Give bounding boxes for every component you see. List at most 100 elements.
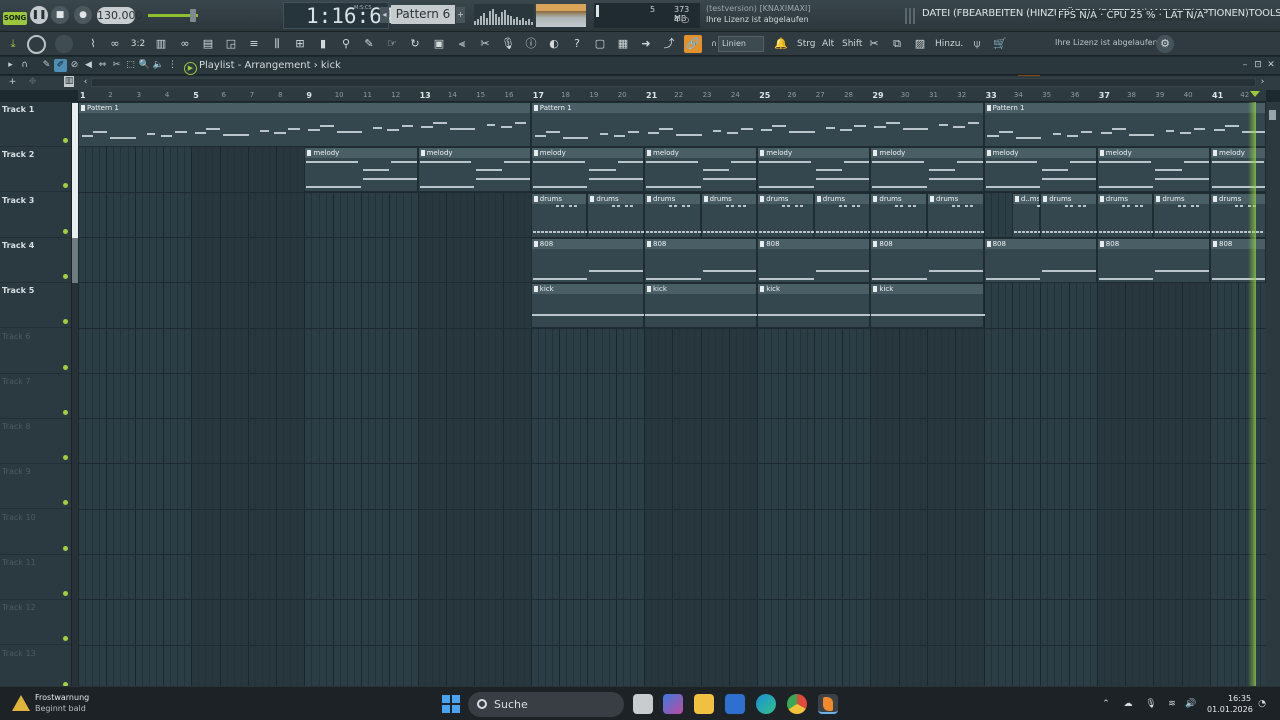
playlist-clip[interactable]: kick bbox=[870, 283, 985, 329]
window-icon[interactable]: ▢ bbox=[591, 35, 609, 53]
playlist-clip[interactable]: drums bbox=[1040, 192, 1098, 238]
playlist-clip[interactable]: kick bbox=[757, 283, 872, 329]
close-icon[interactable]: ✕ bbox=[1266, 60, 1276, 70]
tray-chevron-icon[interactable]: ⌃ bbox=[1100, 698, 1112, 710]
alt-key-button[interactable]: Alt bbox=[820, 37, 836, 52]
track-header[interactable]: Track 11 bbox=[0, 555, 71, 600]
track-header[interactable]: Track 12 bbox=[0, 600, 71, 646]
playlist-clip[interactable]: melody bbox=[870, 147, 984, 193]
add-button[interactable]: Hinzu. bbox=[933, 37, 965, 52]
song-time-display[interactable]: 1:16:64 bbox=[283, 2, 395, 29]
playlist-clip[interactable]: drums bbox=[1210, 192, 1266, 238]
document-icon[interactable]: ▮ bbox=[314, 35, 332, 53]
loop-record-icon[interactable]: ∞ bbox=[106, 35, 124, 53]
brush-icon[interactable]: ✎ bbox=[360, 35, 378, 53]
playlist-clip[interactable]: 808 bbox=[983, 237, 1097, 283]
info-icon[interactable]: ⓘ bbox=[522, 35, 540, 53]
help-icon[interactable]: ? bbox=[568, 35, 586, 53]
stop-icon[interactable]: ■ bbox=[51, 6, 69, 24]
task-view-icon[interactable] bbox=[633, 694, 653, 714]
track-header[interactable]: Track 13 bbox=[0, 646, 71, 686]
playlist-clip[interactable]: melody bbox=[1096, 147, 1210, 193]
playlist-clip[interactable]: 808 bbox=[757, 237, 871, 283]
master-volume-knob[interactable] bbox=[190, 9, 196, 22]
track-header[interactable]: Track 2 bbox=[0, 147, 71, 193]
copilot-icon[interactable] bbox=[663, 694, 683, 714]
maximize-icon[interactable]: ⊡ bbox=[1253, 60, 1263, 70]
pattern-add-button[interactable]: + bbox=[456, 7, 465, 23]
menu-more-icon[interactable]: ⋮ bbox=[166, 59, 179, 72]
track-header[interactable]: Track 6 bbox=[0, 329, 71, 374]
hint-bar-grip[interactable] bbox=[905, 8, 915, 24]
pattern-selector[interactable]: Pattern 6 bbox=[391, 5, 455, 24]
arrow-right-icon[interactable]: ➜ bbox=[637, 35, 655, 53]
tempo-display[interactable]: 130.000 bbox=[97, 7, 143, 24]
mixer-icon[interactable]: ⫼ bbox=[268, 35, 286, 53]
playlist-clip[interactable]: drums bbox=[757, 192, 815, 238]
mute-tool-icon[interactable]: ◀ bbox=[82, 59, 95, 72]
warning-icon[interactable] bbox=[12, 695, 30, 711]
shift-key-button[interactable]: Shift bbox=[840, 37, 864, 52]
magnet-snap-icon[interactable]: ∩ bbox=[18, 59, 31, 72]
playlist-clip[interactable]: melody bbox=[1210, 147, 1266, 193]
track-mute-led-icon[interactable] bbox=[63, 545, 68, 551]
playlist-clip[interactable]: kick bbox=[530, 283, 645, 329]
track-mute-led-icon[interactable] bbox=[63, 138, 68, 143]
playback-tool-icon[interactable]: 🔈 bbox=[152, 59, 165, 72]
add-track-icon[interactable]: + bbox=[6, 76, 19, 89]
tree-icon[interactable]: ⊞ bbox=[291, 35, 309, 53]
playlist-clip[interactable]: drums bbox=[1153, 192, 1211, 238]
save-icon[interactable]: ▣ bbox=[430, 35, 448, 53]
windows-start-icon[interactable] bbox=[442, 695, 460, 713]
store-icon[interactable] bbox=[725, 694, 745, 714]
slice-tool-icon[interactable]: ✂ bbox=[110, 59, 123, 72]
chat-icon[interactable]: ◐ bbox=[545, 35, 563, 53]
delete-tool-icon[interactable]: ⊘ bbox=[68, 59, 81, 72]
track-header[interactable]: Track 10 bbox=[0, 510, 71, 555]
file-explorer-icon[interactable] bbox=[694, 694, 714, 714]
step-count-icon[interactable]: 3:2 bbox=[129, 35, 147, 53]
select-tool-icon[interactable]: ⬚ bbox=[124, 59, 137, 72]
cloud-icon[interactable]: ☁ bbox=[1122, 698, 1134, 710]
playlist-clip[interactable]: drums bbox=[587, 192, 645, 238]
taskbar-search[interactable]: Suche bbox=[468, 692, 624, 717]
playlist-clip[interactable]: drums bbox=[1096, 192, 1154, 238]
ctrl-key-button[interactable]: Strg bbox=[795, 37, 818, 52]
track-mute-led-icon[interactable] bbox=[63, 455, 68, 461]
minimize-icon[interactable]: – bbox=[1240, 60, 1250, 70]
album-icon[interactable]: ▤ bbox=[199, 35, 217, 53]
blend-notes-icon[interactable]: ▥ bbox=[152, 35, 170, 53]
master-pitch-knob[interactable] bbox=[27, 35, 46, 54]
song-mode-toggle[interactable]: SONG bbox=[3, 12, 27, 25]
playhead[interactable] bbox=[1248, 102, 1256, 686]
paint-tool-icon[interactable]: ✐ bbox=[54, 59, 67, 72]
playlist-clip[interactable]: Pattern 1 bbox=[530, 102, 984, 147]
playlist-clip[interactable]: 808 bbox=[530, 237, 644, 283]
copy-icon[interactable]: ⧉ bbox=[888, 35, 906, 53]
pencil-tool-icon[interactable]: ✎ bbox=[40, 59, 53, 72]
track-mute-led-icon[interactable] bbox=[63, 636, 68, 642]
pause-icon[interactable]: ❚❚ bbox=[30, 6, 48, 24]
track-mute-led-icon[interactable] bbox=[63, 500, 68, 506]
picker-icon[interactable]: ▥ bbox=[64, 76, 74, 87]
playlist-menu-arrow-icon[interactable]: ▸ bbox=[4, 59, 17, 72]
playlist-grid[interactable]: Pattern 1 Pattern 1 Pattern 1 melody melody m… bbox=[78, 102, 1266, 686]
playlist-clip[interactable]: 808 bbox=[870, 237, 984, 283]
metronome-knob[interactable] bbox=[55, 35, 73, 53]
track-mute-led-icon[interactable] bbox=[63, 228, 68, 234]
refresh-icon[interactable]: ↻ bbox=[406, 35, 424, 53]
cut-icon[interactable]: ✂ bbox=[865, 35, 883, 53]
bell-icon[interactable]: 🔔 bbox=[772, 35, 790, 53]
cut-pattern-icon[interactable]: ⫷ bbox=[453, 35, 471, 53]
microphone-tray-icon[interactable]: 🎙 bbox=[1145, 698, 1157, 710]
track-mute-led-icon[interactable] bbox=[63, 409, 68, 415]
track-mute-led-icon[interactable] bbox=[63, 364, 68, 370]
graph-icon[interactable]: ◲ bbox=[222, 35, 240, 53]
play-pattern-icon[interactable]: ▶ bbox=[184, 62, 197, 75]
track-mute-led-icon[interactable] bbox=[63, 273, 68, 279]
link-icon[interactable]: 🔗 bbox=[684, 35, 702, 53]
piano-icon[interactable]: ▦ bbox=[614, 35, 632, 53]
plugin-icon[interactable]: ⚲ bbox=[337, 35, 355, 53]
playlist-clip[interactable]: drums bbox=[530, 192, 588, 238]
zoom-tool-icon[interactable]: 🔍 bbox=[138, 59, 151, 72]
